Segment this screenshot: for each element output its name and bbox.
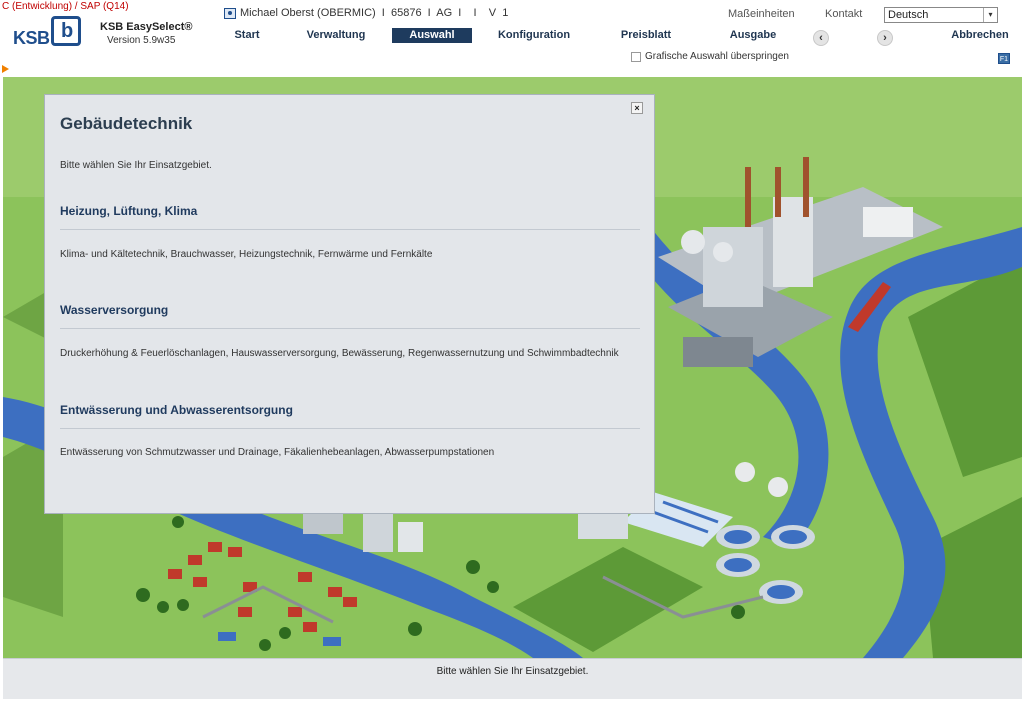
nav-verwaltung[interactable]: Verwaltung (298, 28, 374, 43)
arrow-marker-icon (2, 65, 9, 73)
language-select[interactable]: Deutsch ▾ (884, 7, 998, 23)
status-bar: Bitte wählen Sie Ihr Einsatzgebiet. (3, 658, 1022, 699)
nav-auswahl[interactable]: Auswahl (392, 28, 472, 43)
status-text: Bitte wählen Sie Ihr Einsatzgebiet. (436, 666, 589, 677)
skip-graphic-label: Grafische Auswahl überspringen (645, 51, 789, 62)
nav-abbrechen[interactable]: Abbrechen (946, 28, 1014, 43)
units-link[interactable]: Maßeinheiten (728, 8, 795, 20)
language-value: Deutsch (888, 9, 929, 21)
nav-ausgabe[interactable]: Ausgabe (722, 28, 784, 43)
section-divider (60, 229, 640, 230)
help-icon[interactable]: F1 (998, 53, 1010, 64)
user-card-icon (224, 7, 236, 19)
section-divider (60, 428, 640, 429)
skip-graphic-option[interactable]: Grafische Auswahl überspringen (631, 51, 789, 62)
section-hvac-desc[interactable]: Klima- und Kältetechnik, Brauchwasser, H… (60, 249, 432, 260)
dialog-prompt: Bitte wählen Sie Ihr Einsatzgebiet. (60, 160, 212, 171)
user-info: Michael Oberst (OBERMIC) I 65876 I AG I … (224, 7, 508, 19)
close-icon[interactable]: × (631, 102, 643, 114)
nav-start[interactable]: Start (222, 28, 272, 43)
application-area-dialog: × Gebäudetechnik Bitte wählen Sie Ihr Ei… (44, 94, 655, 514)
section-drainage-desc[interactable]: Entwässerung von Schmutzwasser und Drain… (60, 447, 494, 458)
section-water-supply-title[interactable]: Wasserversorgung (60, 303, 168, 317)
section-hvac-title[interactable]: Heizung, Lüftung, Klima (60, 204, 197, 218)
section-water-supply-desc[interactable]: Druckerhöhung & Feuerlöschanlagen, Hausw… (60, 348, 619, 359)
section-divider (60, 328, 640, 329)
dialog-title: Gebäudetechnik (60, 114, 193, 133)
user-text: Michael Oberst (OBERMIC) I 65876 I AG I … (240, 7, 509, 19)
main-nav: Start Verwaltung Auswahl Konfiguration P… (0, 28, 1024, 44)
contact-link[interactable]: Kontakt (825, 8, 862, 20)
nav-konfiguration[interactable]: Konfiguration (494, 28, 574, 43)
forward-arrow-icon[interactable]: › (877, 30, 893, 46)
section-drainage-title[interactable]: Entwässerung und Abwasserentsorgung (60, 403, 293, 417)
back-arrow-icon[interactable]: ‹ (813, 30, 829, 46)
skip-graphic-checkbox[interactable] (631, 51, 641, 62)
environment-label: C (Entwicklung) / SAP (Q14) (2, 1, 129, 12)
chevron-down-icon[interactable]: ▾ (983, 8, 997, 22)
nav-preisblatt[interactable]: Preisblatt (612, 28, 680, 43)
